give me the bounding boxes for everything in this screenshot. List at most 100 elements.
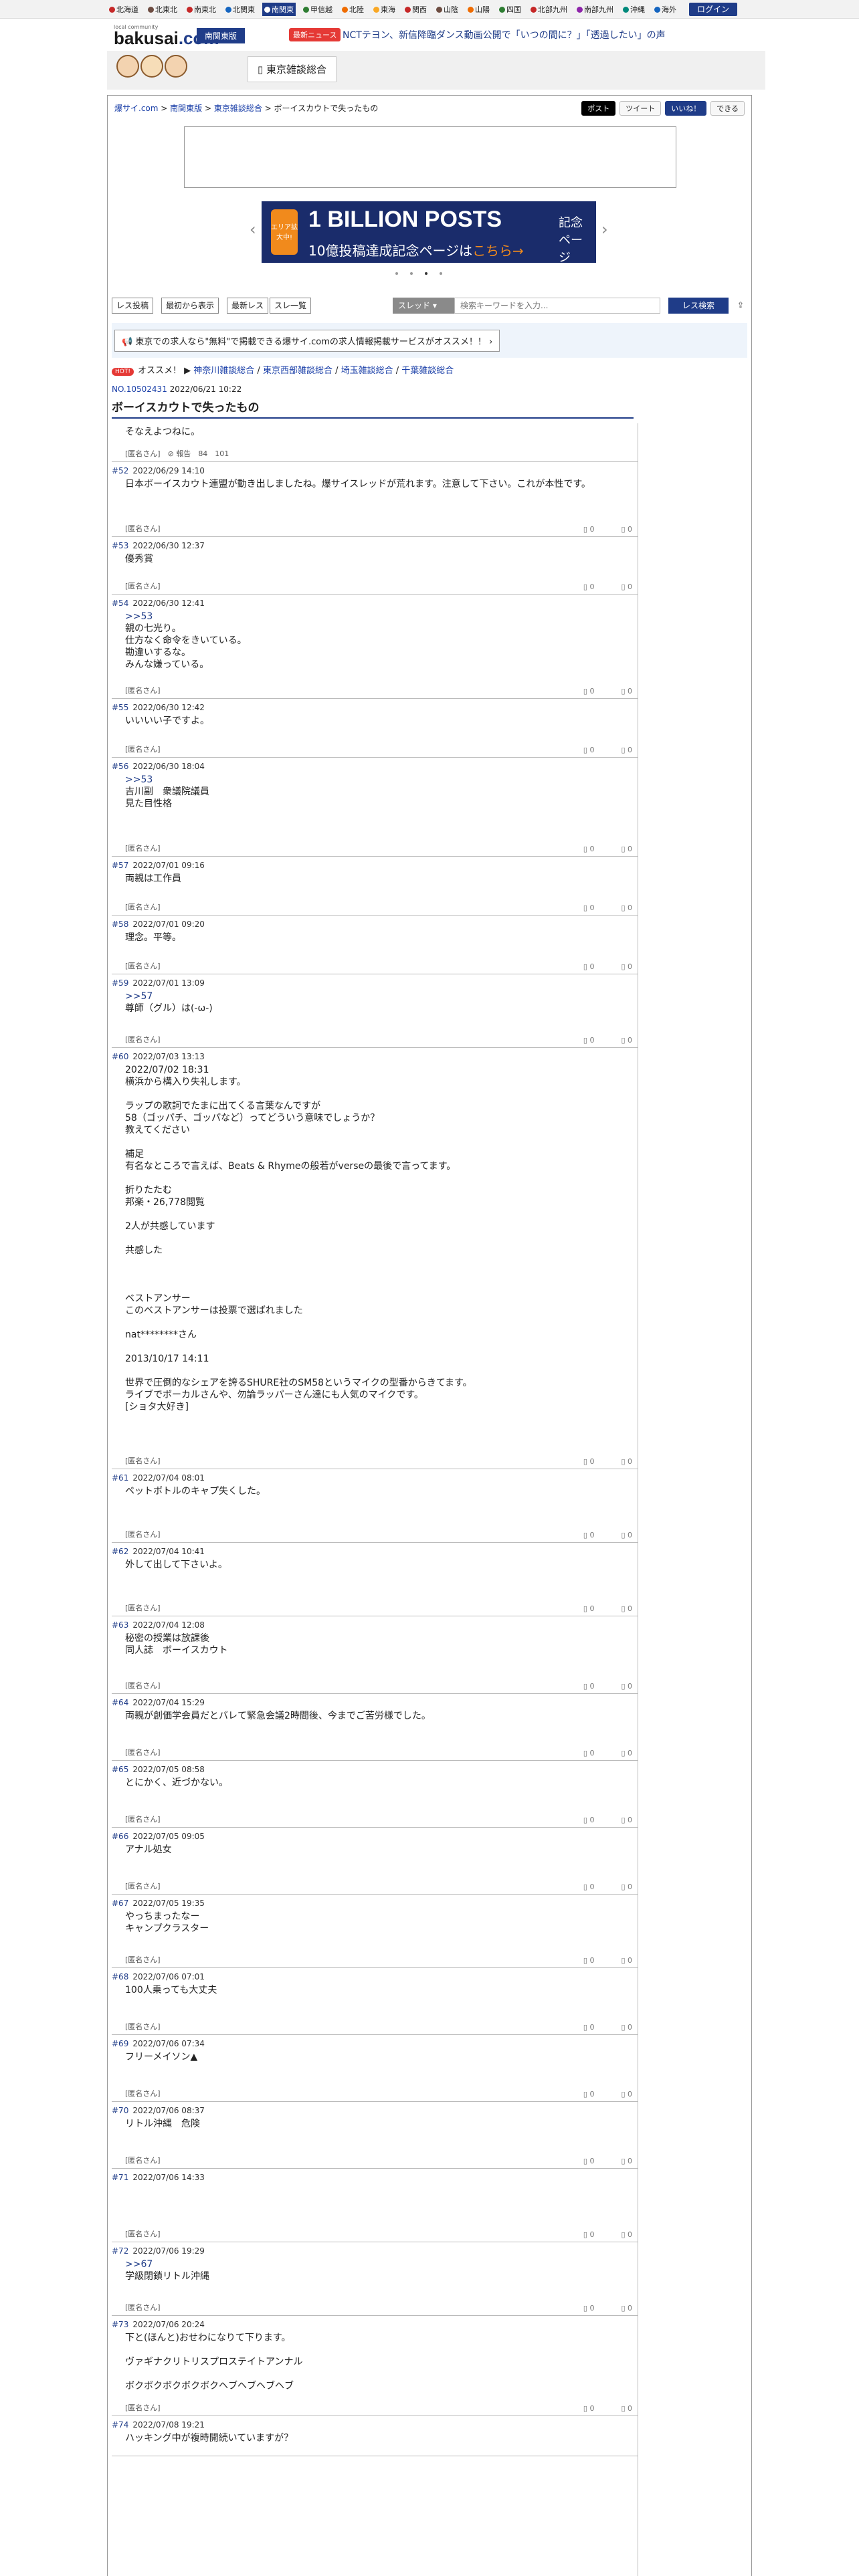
region-link[interactable]: 北海道 (107, 3, 140, 16)
thumbs-up-button[interactable]: ▯ 0 (583, 1457, 595, 1466)
region-link[interactable]: 海外 (652, 3, 678, 16)
post-number[interactable]: #67 (112, 1899, 128, 1908)
search-scope-select[interactable]: スレッド ▾ (393, 298, 454, 314)
region-link[interactable]: 北陸 (340, 3, 366, 16)
thumbs-down-button[interactable]: ▯ 0 (621, 525, 632, 534)
thumbs-down-button[interactable]: ▯ 0 (621, 1682, 632, 1691)
region-link[interactable]: 関西 (403, 3, 429, 16)
search-button[interactable]: レス検索 (668, 298, 729, 314)
thumbs-down-button[interactable]: ▯ 0 (621, 1457, 632, 1466)
promo-carousel[interactable]: エリア拡大中! 1 BILLION POSTS 10億投稿達成記念ページはこちら… (262, 201, 596, 263)
region-link[interactable]: 南東北 (185, 3, 218, 16)
thumbs-up-button[interactable]: ▯ 0 (583, 1883, 595, 1891)
latest-replies-button[interactable]: 最新レス (227, 298, 269, 314)
region-link[interactable]: 四国 (497, 3, 523, 16)
post-reply-button[interactable]: レス投稿 (112, 298, 154, 314)
reply-anchor-link[interactable]: >>67 (125, 2258, 638, 2270)
post-number[interactable]: #60 (112, 1052, 128, 1061)
post-number[interactable]: #52 (112, 466, 128, 475)
report-icon[interactable]: ⊘ (168, 449, 177, 458)
post-number[interactable]: #71 (112, 2173, 128, 2182)
thumbs-up-button[interactable]: ▯ 0 (583, 2304, 595, 2313)
recommend-link[interactable]: 東京西部雑談総合 (263, 366, 332, 376)
region-link[interactable]: 北東北 (146, 3, 179, 16)
post-number[interactable]: #59 (112, 978, 128, 988)
reply-anchor-link[interactable]: >>57 (125, 990, 638, 1002)
carousel-prev-icon[interactable]: ‹ (250, 220, 256, 239)
carousel-dot-active[interactable] (425, 272, 427, 275)
post-number[interactable]: #65 (112, 1765, 128, 1774)
thumbs-up-button[interactable]: ▯ 0 (583, 746, 595, 754)
show-from-start-button[interactable]: 最初から表示 (161, 298, 219, 314)
search-input[interactable] (454, 298, 660, 314)
thumbs-up-button[interactable]: ▯ 0 (583, 1749, 595, 1757)
recommend-link[interactable]: 千葉雑談総合 (401, 366, 454, 376)
post-number[interactable]: #73 (112, 2320, 128, 2329)
share-icon[interactable]: ⇪ (737, 300, 744, 310)
region-link[interactable]: 南関東 (262, 3, 296, 16)
breadcrumb-region[interactable]: 南関東版 (170, 104, 202, 113)
thumbs-up-button[interactable]: ▯ 0 (583, 2230, 595, 2239)
post-number[interactable]: #53 (112, 541, 128, 550)
post-number[interactable]: #69 (112, 2039, 128, 2048)
region-link[interactable]: 甲信越 (301, 3, 335, 16)
thread-list-button[interactable]: スレ一覧 (270, 298, 312, 314)
thumbs-up-button[interactable]: ▯ 0 (583, 2404, 595, 2413)
thumbs-up-button[interactable]: ▯ 0 (583, 2157, 595, 2165)
thumbs-down-button[interactable]: ▯ 0 (621, 582, 632, 591)
region-link[interactable]: 北関東 (223, 3, 257, 16)
thumbs-up-button[interactable]: ▯ 0 (583, 687, 595, 695)
region-tag[interactable]: 南関東版 (197, 28, 246, 43)
region-link[interactable]: 山陰 (434, 3, 460, 16)
thumbs-up-button[interactable]: ▯ 0 (583, 525, 595, 534)
like-button[interactable]: いいね！ (665, 101, 707, 116)
region-link[interactable]: 南部九州 (575, 3, 615, 16)
thumbs-down-button[interactable]: ▯ 0 (621, 903, 632, 912)
board-name-button[interactable]: ▯ 東京雑談総合 (248, 56, 337, 82)
post-number[interactable]: #62 (112, 1547, 128, 1556)
login-button[interactable]: ログイン (689, 3, 737, 16)
post-number[interactable]: #61 (112, 1473, 128, 1483)
thumbs-up-button[interactable]: ▯ 0 (583, 903, 595, 912)
news-link[interactable]: NCTテヨン、新信降臨ダンス動画公開で「いつの間に？」「透過したい」の声 (343, 28, 666, 41)
thumbs-down-button[interactable]: ▯ 0 (621, 962, 632, 971)
thumbs-down-button[interactable]: ▯ 0 (621, 1883, 632, 1891)
thumbs-down-button[interactable]: ▯ 0 (621, 1531, 632, 1539)
recommend-link[interactable]: 神奈川雑談総合 (193, 366, 254, 376)
recommend-link[interactable]: 埼玉雑談総合 (341, 366, 393, 376)
tweet-button[interactable]: ツイート (619, 101, 662, 116)
thumbs-down-button[interactable]: ▯ 0 (621, 746, 632, 754)
post-number[interactable]: #63 (112, 1620, 128, 1630)
thumbs-up-button[interactable]: ▯ 0 (583, 1531, 595, 1539)
thumbs-up-button[interactable]: ▯ 0 (583, 962, 595, 971)
thumbs-down-button[interactable]: ▯ 0 (621, 2404, 632, 2413)
x-post-button[interactable]: ポスト (581, 101, 616, 116)
post-number[interactable]: #57 (112, 861, 128, 870)
post-number[interactable]: #66 (112, 1832, 128, 1841)
thumbs-up-button[interactable]: ▯ 0 (583, 1604, 595, 1613)
thumbs-up-button[interactable]: ▯ 0 (583, 582, 595, 591)
thumbs-down-button[interactable]: ▯ 0 (621, 2023, 632, 2032)
region-link[interactable]: 山陽 (466, 3, 492, 16)
post-number[interactable]: #74 (112, 2420, 128, 2430)
thread-id[interactable]: NO.10502431 (112, 385, 167, 394)
carousel-dot[interactable] (410, 272, 413, 275)
job-promo-link[interactable]: 📢 東京での求人なら"無料"で掲載できる爆サイ.comの求人情報掲載サービスがオ… (114, 330, 500, 352)
carousel-dot[interactable] (395, 272, 398, 275)
reply-anchor-link[interactable]: >>53 (125, 774, 638, 786)
post-number[interactable]: #72 (112, 2246, 128, 2256)
thumbs-down-button[interactable]: ▯ 0 (621, 845, 632, 853)
thumbs-down-button[interactable]: ▯ 0 (621, 1956, 632, 1965)
thumbs-up-button[interactable]: ▯ 0 (583, 2023, 595, 2032)
reply-anchor-link[interactable]: >>53 (125, 611, 638, 623)
region-link[interactable]: 沖縄 (621, 3, 647, 16)
thumbs-up-button[interactable]: ▯ 0 (583, 2090, 595, 2099)
thumbs-up-button[interactable]: ▯ 0 (583, 1036, 595, 1045)
breadcrumb-board[interactable]: 東京雑談総合 (214, 104, 262, 113)
ad-slot[interactable] (184, 126, 676, 188)
thumbs-down-button[interactable]: ▯ 0 (621, 2090, 632, 2099)
carousel-next-icon[interactable]: › (601, 220, 608, 239)
post-number[interactable]: #56 (112, 762, 128, 771)
thumbs-down-button[interactable]: ▯ 0 (621, 2304, 632, 2313)
region-link[interactable]: 北部九州 (529, 3, 569, 16)
